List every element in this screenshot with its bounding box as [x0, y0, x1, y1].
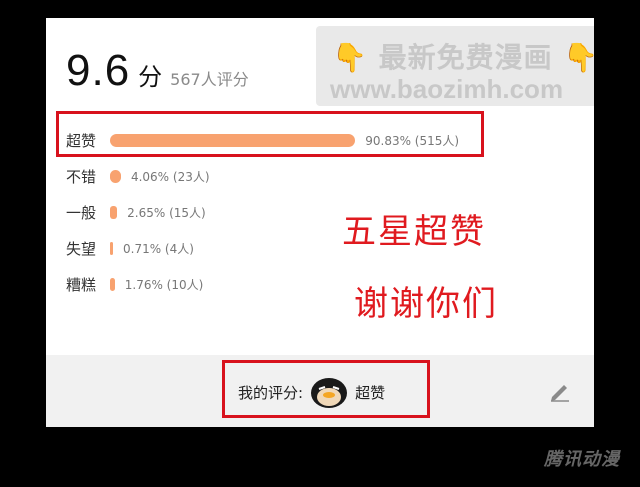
rating-row-label: 超赞 — [66, 131, 97, 150]
watermark: 👇 最新免费漫画 👇 www.baozimh.com — [316, 26, 594, 106]
rating-bar — [110, 205, 118, 219]
rating-row-good: 不错 4.06% (23人) — [66, 158, 586, 194]
pointing-hand-icon: 👇 — [332, 41, 368, 74]
edit-pencil-icon[interactable] — [548, 379, 572, 403]
rating-row-label: 失望 — [66, 239, 97, 258]
rating-row-label: 一般 — [66, 203, 97, 222]
tencent-comic-logo: 腾讯动漫 — [544, 449, 620, 470]
annotation-line2: 谢谢你们 — [354, 284, 498, 324]
score-summary: 9.6 分 567人评分 — [66, 46, 249, 96]
rating-card: 9.6 分 567人评分 👇 最新免费漫画 👇 www.baozimh.com … — [46, 18, 594, 427]
annotation-line1: 五星超赞 — [342, 212, 486, 252]
rating-bar — [110, 169, 121, 183]
rating-row-percent: 1.76% (10人) — [124, 277, 204, 292]
watermark-url: www.baozimh.com — [330, 74, 564, 104]
rating-row-average: 一般 2.65% (15人) — [66, 194, 586, 230]
rating-count: 567人评分 — [170, 70, 249, 89]
my-rating-bar: 我的评分: 超赞 — [46, 355, 594, 427]
rating-bar — [110, 277, 115, 291]
rating-row-super: 超赞 90.83% (515人) — [66, 122, 586, 158]
watermark-line1: 👇 最新免费漫画 👇 — [332, 36, 594, 76]
my-rating[interactable]: 我的评分: 超赞 — [238, 375, 385, 409]
rating-row-bad: 糟糕 1.76% (10人) — [66, 266, 586, 302]
rating-row-disappointed: 失望 0.71% (4人) — [66, 230, 586, 266]
score-value: 9.6 — [66, 46, 131, 95]
rating-row-label: 不错 — [66, 167, 97, 186]
rating-row-percent: 0.71% (4人) — [123, 241, 194, 256]
rating-bar — [110, 133, 356, 147]
rating-distribution: 超赞 90.83% (515人) 不错 4.06% (23人) 一般 2.65%… — [66, 122, 586, 302]
my-rating-label: 我的评分: — [238, 383, 304, 402]
rating-row-percent: 2.65% (15人) — [127, 205, 206, 220]
rating-row-label: 糟糕 — [66, 275, 97, 294]
watermark-text: 最新免费漫画 — [378, 41, 553, 74]
pointing-hand-icon: 👇 — [563, 41, 594, 74]
rating-row-percent: 4.06% (23人) — [130, 169, 210, 184]
penguin-avatar-icon — [311, 378, 348, 408]
score-unit: 分 — [138, 63, 163, 91]
rating-bar — [110, 241, 113, 255]
my-rating-value: 超赞 — [355, 383, 386, 402]
rating-row-percent: 90.83% (515人) — [365, 133, 460, 148]
